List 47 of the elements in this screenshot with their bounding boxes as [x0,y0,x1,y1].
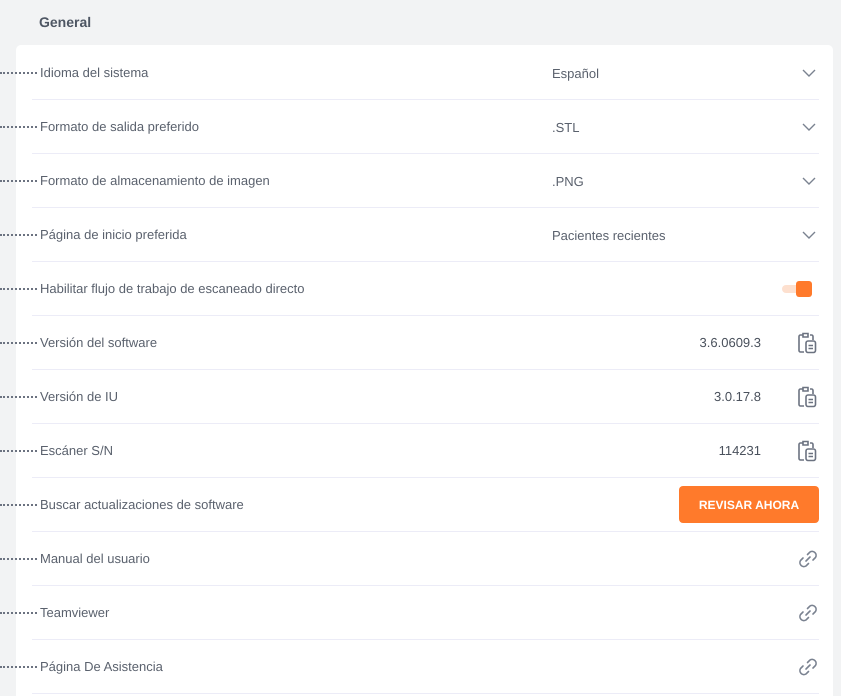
setting-label: Teamviewer [40,604,110,622]
setting-label: Manual del usuario [40,550,151,568]
chevron-down-icon[interactable] [802,230,816,238]
leader-line [0,504,37,506]
setting-label: Escáner S/N [40,442,114,460]
setting-label: Idioma del sistema [40,64,150,82]
leader-line [0,72,37,74]
clipboard-icon[interactable] [797,386,817,408]
leader-line [0,450,37,452]
setting-label: Página de inicio preferida [40,226,188,244]
leader-line [0,234,37,236]
link-icon[interactable] [797,602,819,624]
setting-label: Formato de almacenamiento de imagen [40,172,271,190]
dropdown[interactable]: Español [552,52,819,92]
setting-label: Página De Asistencia [40,658,164,676]
leader-line [0,180,37,182]
selected-value: Español [552,64,600,83]
dropdown[interactable]: .STL [552,106,819,146]
value-text: 3.0.17.8 [714,388,761,406]
dropdown[interactable]: .PNG [552,160,819,200]
leader-line [0,126,37,128]
setting-label: Versión de IU [40,388,120,406]
leader-line [0,288,37,290]
selected-value: .STL [552,118,580,137]
chevron-down-icon[interactable] [802,122,816,130]
selected-value: Pacientes recientes [552,226,666,245]
clipboard-icon[interactable] [797,440,817,462]
leader-line [0,666,37,668]
section-title: General [39,13,92,32]
leader-line [0,342,37,344]
leader-line [0,612,37,614]
value-text: 3.6.0609.3 [700,334,761,352]
value-text: 114231 [718,442,761,460]
toggle-switch[interactable] [782,280,812,296]
setting-label: Buscar actualizaciones de software [40,496,245,514]
chevron-down-icon[interactable] [802,176,816,184]
chevron-down-icon[interactable] [802,68,816,76]
selected-value: .PNG [552,172,585,191]
link-icon[interactable] [797,656,819,678]
link-icon[interactable] [797,548,819,570]
setting-label: Versión del software [40,334,158,352]
clipboard-icon[interactable] [797,332,817,354]
leader-line [0,558,37,560]
setting-label: Formato de salida preferido [40,118,200,136]
leader-line [0,396,37,398]
dropdown[interactable]: Pacientes recientes [552,214,819,254]
setting-label: Habilitar flujo de trabajo de escaneado directo [40,280,306,298]
